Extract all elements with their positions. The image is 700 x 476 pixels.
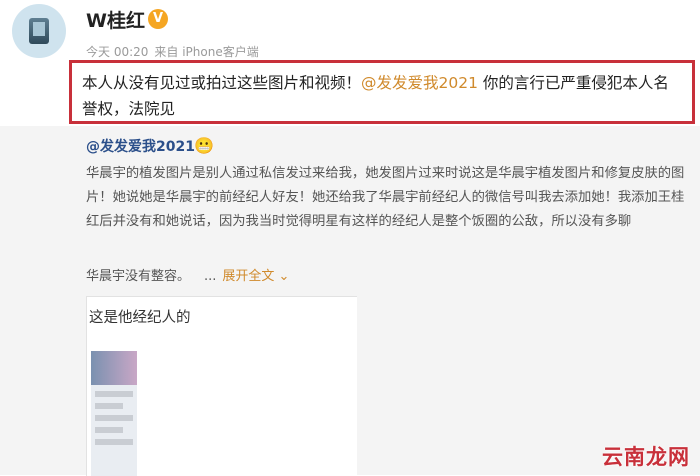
username[interactable]: W桂红 bbox=[86, 6, 145, 33]
thumbnail-row bbox=[95, 439, 133, 445]
repost-body-text: 华晨宇的植发图片是别人通过私信发过来给我，她发图片过来时说这是华晨宇植发图片和修… bbox=[86, 166, 685, 229]
phone-screenshot-thumbnail bbox=[91, 351, 137, 476]
repost-author-link[interactable]: @发发爱我2021 bbox=[86, 136, 195, 156]
thumbnail-row bbox=[95, 403, 123, 409]
post-time: 今天 00:20 bbox=[86, 45, 149, 59]
repost-text-tail: 华晨宇没有整容。 bbox=[86, 269, 191, 284]
repost-last-line: 华晨宇没有整容。... 展开全文 ⌄ bbox=[86, 265, 289, 284]
thumbnail-row bbox=[95, 427, 123, 433]
post-text-main: 本人从没有见过或拍过这些图片和视频！ bbox=[82, 74, 362, 92]
avatar[interactable] bbox=[12, 4, 66, 58]
thumbnail-header bbox=[91, 351, 137, 385]
post-content-highlight: 本人从没有见过或拍过这些图片和视频！@发发爱我2021 你的言行已严重侵犯本人名… bbox=[69, 60, 695, 124]
watermark-logo: 云南龙网 bbox=[602, 445, 690, 469]
post-source: 来自 iPhone客户端 bbox=[154, 45, 259, 59]
post-meta: 今天 00:20 来自 iPhone客户端 bbox=[86, 43, 265, 60]
thumbnail-row bbox=[95, 391, 133, 397]
verified-badge-icon: V bbox=[148, 9, 168, 29]
thumbnail-row bbox=[95, 415, 133, 421]
post-mention-link[interactable]: @发发爱我2021 bbox=[361, 74, 478, 92]
grimace-emoji-icon: 😬 bbox=[194, 136, 214, 155]
post-text: 本人从没有见过或拍过这些图片和视频！@发发爱我2021 你的言行已严重侵犯本人名… bbox=[82, 70, 682, 122]
ellipsis: ... bbox=[204, 269, 217, 284]
expand-full-text-link[interactable]: 展开全文 ⌄ bbox=[222, 269, 289, 284]
image-caption: 这是他经纪人的 bbox=[89, 310, 191, 326]
repost-image-preview[interactable]: 这是他经纪人的 bbox=[86, 296, 357, 476]
repost-card[interactable]: @发发爱我2021 😬 华晨宇的植发图片是别人通过私信发过来给我，她发图片过来时… bbox=[0, 126, 700, 476]
avatar-detail bbox=[33, 22, 45, 36]
